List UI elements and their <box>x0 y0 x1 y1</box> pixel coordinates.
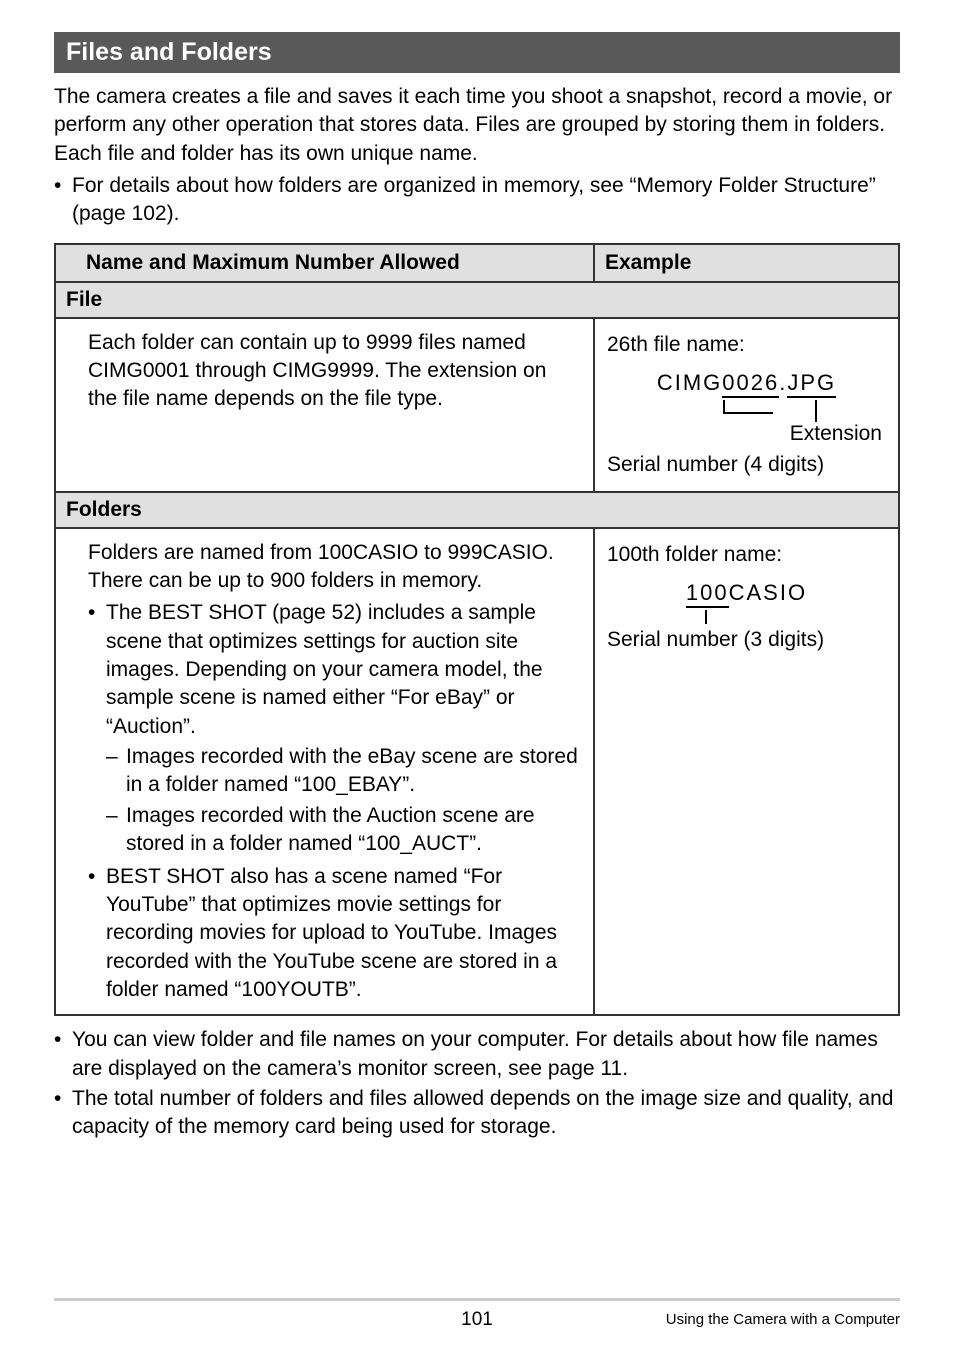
file-content-row: Each folder can contain up to 9999 files… <box>55 318 899 492</box>
bullet-dot-icon: • <box>54 1085 72 1142</box>
callout-horiz-icon <box>723 412 773 414</box>
file-desc: Each folder can contain up to 9999 files… <box>76 318 594 492</box>
file-serial-label: Serial number (4 digits) <box>607 449 886 481</box>
intro-bullet: • For details about how folders are orga… <box>54 172 900 229</box>
file-example-title: 26th file name: <box>607 329 886 361</box>
header-spacer <box>55 244 76 282</box>
indent-spacer <box>55 528 76 1016</box>
footer-divider <box>54 1298 900 1301</box>
folders-sub2: – Images recorded with the Auction scene… <box>88 802 581 859</box>
dash-icon: – <box>106 743 126 800</box>
folders-bullet2-text: BEST SHOT also has a scene named “For Yo… <box>106 863 581 1005</box>
file-folder-table: Name and Maximum Number Allowed Example … <box>54 243 900 1017</box>
page-number: 101 <box>461 1309 493 1331</box>
folders-label-row: Folders <box>55 492 899 528</box>
callout-line-icon <box>815 400 817 422</box>
header-left: Name and Maximum Number Allowed <box>76 244 594 282</box>
file-label: File <box>55 282 899 318</box>
file-example-name: CIMG0026.JPG <box>657 370 836 398</box>
file-name-prefix: CIMG <box>657 370 722 395</box>
bullet-dot-icon: • <box>54 172 72 229</box>
file-name-ext: JPG <box>787 370 836 398</box>
file-ext-label: Extension <box>607 418 886 450</box>
dash-icon: – <box>106 802 126 859</box>
footer-bullets: • You can view folder and file names on … <box>54 1026 900 1141</box>
bullet-dot-icon: • <box>54 1026 72 1083</box>
footer-bullet1: • You can view folder and file names on … <box>54 1026 900 1083</box>
folder-example-title: 100th folder name: <box>607 539 886 571</box>
table-header-row: Name and Maximum Number Allowed Example <box>55 244 899 282</box>
folders-content-row: Folders are named from 100CASIO to 999CA… <box>55 528 899 1016</box>
intro-bullet-text: For details about how folders are organi… <box>72 172 900 229</box>
section-header: Files and Folders <box>54 32 900 73</box>
folders-bullet2: • BEST SHOT also has a scene named “For … <box>88 863 581 1005</box>
page-footer: 101 Using the Camera with a Computer <box>54 1298 900 1331</box>
header-right: Example <box>594 244 899 282</box>
file-label-row: File <box>55 282 899 318</box>
bullet-dot-icon: • <box>88 599 106 741</box>
file-name-serial: 0026 <box>722 370 779 398</box>
folders-desc-line2: There can be up to 900 folders in memory… <box>88 567 581 595</box>
folders-sub2-text: Images recorded with the Auction scene a… <box>126 802 581 859</box>
bullet-dot-icon: • <box>88 863 106 1005</box>
folder-example-cell: 100th folder name: 100CASIO Serial numbe… <box>594 528 899 1016</box>
footer-bullet2-text: The total number of folders and files al… <box>72 1085 900 1142</box>
folders-bullet1: • The BEST SHOT (page 52) includes a sam… <box>88 599 581 741</box>
folder-example-name: 100CASIO <box>686 580 807 608</box>
intro-paragraph: The camera creates a file and saves it e… <box>54 83 900 168</box>
indent-spacer <box>55 318 76 492</box>
folder-serial-label: Serial number (3 digits) <box>607 624 886 656</box>
folders-desc-cell: Folders are named from 100CASIO to 999CA… <box>76 528 594 1016</box>
callout-line-icon <box>723 400 725 412</box>
folders-sub1: – Images recorded with the eBay scene ar… <box>88 743 581 800</box>
folders-desc-line1: Folders are named from 100CASIO to 999CA… <box>88 539 581 567</box>
footer-caption: Using the Camera with a Computer <box>666 1311 900 1328</box>
footer-bullet1-text: You can view folder and file names on yo… <box>72 1026 900 1083</box>
folder-name-suffix: CASIO <box>729 580 807 605</box>
folder-name-serial: 100 <box>686 580 729 608</box>
callout-line-icon <box>705 610 707 624</box>
folders-sub1-text: Images recorded with the eBay scene are … <box>126 743 581 800</box>
folders-bullet1-text: The BEST SHOT (page 52) includes a sampl… <box>106 599 581 741</box>
footer-bullet2: • The total number of folders and files … <box>54 1085 900 1142</box>
file-example-cell: 26th file name: CIMG0026.JPG Extension S… <box>594 318 899 492</box>
folders-label: Folders <box>55 492 899 528</box>
